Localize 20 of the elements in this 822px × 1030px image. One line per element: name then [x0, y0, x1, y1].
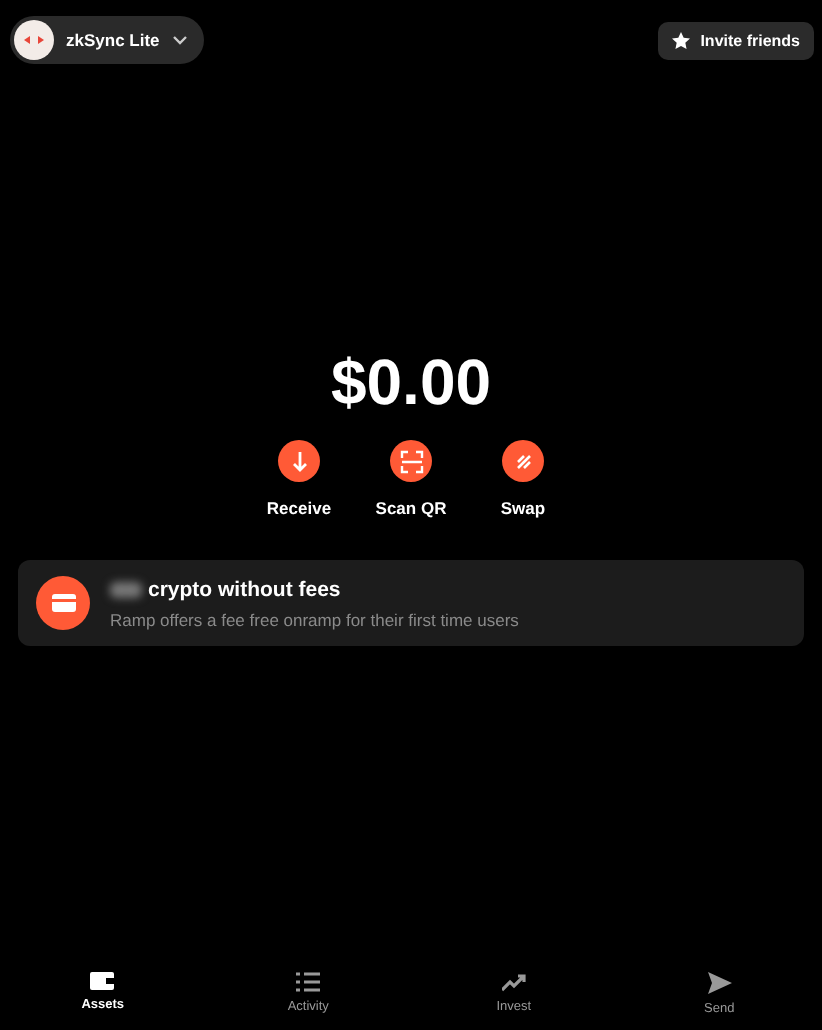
promo-subtitle: Ramp offers a fee free onramp for their first time users: [110, 609, 519, 629]
blurred-word: [110, 581, 142, 597]
logo-icon: [14, 20, 54, 60]
promo-card[interactable]: crypto without fees Ramp offers a fee free onramp for their first time users: [18, 560, 804, 646]
action-button[interactable]: Scan QR: [375, 440, 447, 518]
invite-friends-button[interactable]: Invite friends: [658, 21, 814, 59]
action-button[interactable]: Swap: [487, 440, 559, 518]
send-icon: [707, 972, 732, 994]
list-icon: [296, 972, 321, 992]
card-icon: [51, 594, 75, 612]
scan-icon: [399, 449, 423, 473]
account-switcher[interactable]: zkSync Lite: [10, 16, 204, 64]
chevron-down-icon: [171, 34, 188, 46]
action-button[interactable]: Receive: [263, 440, 335, 518]
wallet-icon: [90, 972, 115, 990]
balance-amount: $0.00: [328, 346, 494, 420]
star-icon: [672, 31, 691, 49]
arrow-down-icon: [289, 449, 309, 473]
promo-title: crypto without fees: [148, 577, 341, 601]
trend-up-icon: [501, 972, 526, 992]
